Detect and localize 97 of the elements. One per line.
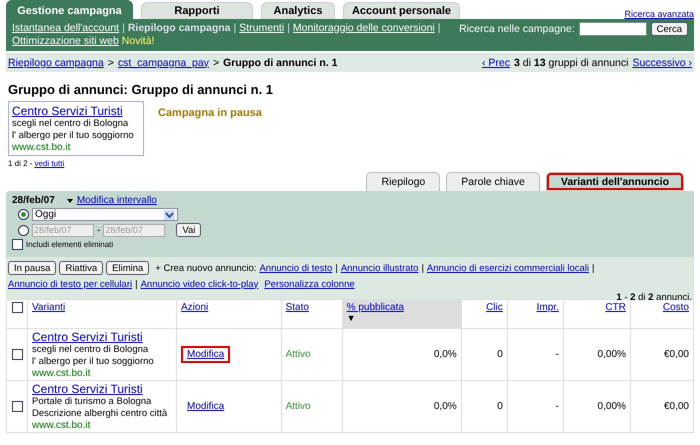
separator-text: | (335, 262, 338, 276)
separator-text: | (438, 22, 440, 35)
table-cell: 0 (497, 401, 503, 412)
separator-text: > (212, 56, 220, 68)
create-ad-link[interactable]: Annuncio di testo (259, 262, 332, 276)
advanced-search-link[interactable]: Ricerca avanzata (624, 9, 694, 19)
ad-line: Descrizione alberghi centro città (32, 408, 168, 420)
main-tab[interactable]: Rapporti (141, 2, 253, 19)
ad-line: scegli nel centro di Bologna (12, 118, 130, 130)
pager-position: 3 di 13 gruppi di annunci (514, 56, 628, 68)
campaign-status: Campagna in pausa (158, 106, 262, 121)
go-button[interactable]: Vai (176, 223, 202, 237)
table-cell: €0,00 (664, 401, 689, 412)
next-link[interactable]: Successivo › (632, 56, 692, 68)
nav-link[interactable]: Strumenti (239, 22, 284, 35)
breadcrumb-link[interactable]: Riepilogo campagna (8, 56, 104, 68)
sub-tab[interactable]: Varianti dell'annuncio (546, 172, 684, 191)
column-header-link[interactable]: Stato (286, 302, 309, 313)
search-field[interactable] (578, 22, 647, 36)
main-tab[interactable]: Analytics (261, 2, 335, 19)
create-ad-link[interactable]: Annuncio video click-to-play (140, 278, 258, 292)
nav-link[interactable]: Ottimizzazione siti web (12, 35, 119, 48)
view-all-link[interactable]: vedi tutti (34, 159, 64, 168)
table-cell: 0 (497, 349, 503, 360)
column-header-link[interactable]: % pubblicata (346, 302, 404, 313)
checkbox[interactable] (12, 239, 23, 250)
search-label: Ricerca nelle campagne: (459, 22, 575, 35)
table-cell: 0,00% (598, 401, 626, 412)
date-separator: - (97, 224, 100, 236)
ad-url: www.cst.bo.it (12, 142, 72, 153)
dropdown-arrow-icon (164, 210, 175, 220)
customize-columns-link[interactable]: Personalizza colonne (264, 278, 355, 292)
page-heading: Gruppo di annunci: Gruppo di annunci n. 1 (8, 82, 274, 97)
separator-text: | (122, 22, 125, 35)
nav-link[interactable]: Monitoraggio delle conversioni (292, 22, 435, 35)
status-text: Attivo (286, 349, 311, 360)
separator-text: > (108, 56, 114, 68)
table-cell: €0,00 (664, 349, 689, 360)
edit-link[interactable]: Modifica (181, 398, 230, 415)
row-checkbox[interactable] (12, 400, 22, 412)
date-label: 28/feb/07 (12, 195, 55, 206)
row-checkbox[interactable] (12, 348, 22, 360)
ad-url: www.cst.bo.it (32, 368, 92, 379)
table-cell: - (555, 401, 559, 412)
prev-link[interactable]: ‹ Prec (482, 56, 510, 68)
new-label: Novità! (122, 35, 154, 48)
table-cell: 0,0% (434, 401, 457, 412)
create-ad-label: + Crea nuovo annuncio: (155, 262, 256, 276)
column-header-link[interactable]: Varianti (32, 302, 66, 313)
table-cell: - (555, 349, 559, 360)
action-button[interactable]: In pausa (8, 261, 56, 275)
separator-text: | (421, 262, 424, 276)
main-tab[interactable]: Account personale (343, 2, 460, 19)
main-tab[interactable]: Gestione campagna (6, 0, 133, 19)
result-count: 1 - 2 di 2 annunci. (615, 292, 692, 302)
column-header-link[interactable]: Costo (662, 302, 689, 313)
column-header-link[interactable]: Impr. (536, 302, 559, 313)
nav-link[interactable]: Istantanea dell'account (12, 22, 120, 35)
radio-button[interactable] (18, 224, 29, 236)
separator-text: | (234, 22, 236, 35)
ad-title-link[interactable]: Centro Servizi Turisti (12, 104, 140, 118)
ad-url: www.cst.bo.it (32, 420, 92, 431)
create-ad-link[interactable]: Annuncio di testo per cellulari (8, 278, 132, 292)
create-ad-link[interactable]: Annuncio di esercizi commerciali locali (426, 262, 590, 276)
breadcrumb-current: Gruppo di annunci n. 1 (223, 56, 338, 68)
nav-link[interactable]: Riepilogo campagna (128, 22, 231, 35)
table-cell: 0,00% (598, 349, 626, 360)
action-button[interactable]: Riattiva (59, 261, 104, 275)
ad-title-link[interactable]: Centro Servizi Turisti (32, 382, 172, 396)
status-text: Attivo (286, 401, 311, 412)
sub-tab[interactable]: Riepilogo (366, 172, 440, 191)
ad-title-link[interactable]: Centro Servizi Turisti (32, 330, 172, 344)
select-all-checkbox[interactable] (12, 302, 22, 313)
column-header-link[interactable]: Azioni (181, 302, 208, 313)
checkbox-label: Includi elementi eliminati (26, 240, 114, 249)
separator-text: | (287, 22, 290, 35)
create-ad-link[interactable]: Annuncio illustrato (340, 262, 418, 276)
ad-line: scegli nel centro di Bologna (32, 344, 150, 356)
table-cell: 0,0% (434, 349, 457, 360)
date-range-select[interactable]: Oggi (32, 208, 178, 221)
breadcrumb-link[interactable]: cst_campagna_pay (118, 56, 209, 68)
separator-text: | (592, 262, 594, 276)
dropdown-triangle-icon (66, 198, 73, 202)
ad-line: Portale di turismo a Bologna (32, 396, 152, 408)
column-header-link[interactable]: Clic (486, 302, 503, 313)
ad-line: l' albergo per il tuo soggiorno (32, 356, 155, 368)
separator-text: | (135, 278, 138, 292)
edit-link[interactable]: Modifica (181, 346, 230, 363)
column-header-link[interactable]: CTR (605, 302, 626, 313)
radio-button[interactable] (18, 209, 29, 220)
sort-mark: ▼ (346, 313, 356, 323)
search-button[interactable]: Cerca (650, 22, 688, 36)
action-button[interactable]: Elimina (106, 261, 150, 275)
change-range-link[interactable]: Modifica intervallo (76, 195, 157, 206)
preview-count: 1 di 2 - (8, 159, 32, 168)
sub-tab[interactable]: Parole chiave (446, 172, 540, 191)
ad-line: l' albergo per il tuo soggiorno (12, 130, 135, 142)
